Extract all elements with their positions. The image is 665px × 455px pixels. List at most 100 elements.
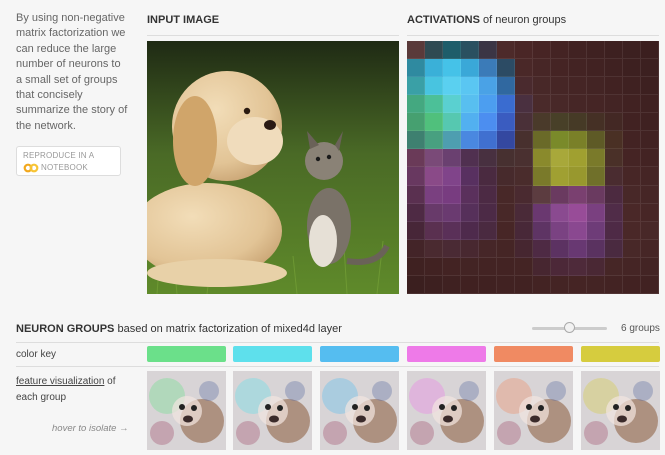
- activation-cell[interactable]: [605, 221, 623, 240]
- activation-cell[interactable]: [479, 221, 497, 240]
- activation-cell[interactable]: [425, 113, 443, 132]
- activation-cell[interactable]: [569, 257, 587, 276]
- activation-cell[interactable]: [641, 59, 659, 78]
- activation-cell[interactable]: [569, 77, 587, 96]
- activation-cell[interactable]: [497, 77, 515, 96]
- activation-cell[interactable]: [407, 131, 425, 150]
- activation-cell[interactable]: [587, 59, 605, 78]
- activation-cell[interactable]: [533, 131, 551, 150]
- activation-cell[interactable]: [515, 95, 533, 114]
- activation-cell[interactable]: [461, 41, 479, 60]
- activation-cell[interactable]: [587, 185, 605, 204]
- activation-cell[interactable]: [461, 131, 479, 150]
- activation-cell[interactable]: [443, 203, 461, 222]
- group-color-swatch[interactable]: [233, 346, 312, 362]
- activation-cell[interactable]: [641, 185, 659, 204]
- activation-cell[interactable]: [407, 275, 425, 294]
- activation-cell[interactable]: [425, 167, 443, 186]
- activation-cell[interactable]: [461, 221, 479, 240]
- activation-cell[interactable]: [425, 41, 443, 60]
- activation-cell[interactable]: [587, 167, 605, 186]
- activation-cell[interactable]: [407, 167, 425, 186]
- activation-cell[interactable]: [641, 41, 659, 60]
- activation-cell[interactable]: [569, 275, 587, 294]
- activation-cell[interactable]: [623, 95, 641, 114]
- activation-cell[interactable]: [443, 59, 461, 78]
- activation-cell[interactable]: [497, 41, 515, 60]
- activation-cell[interactable]: [461, 113, 479, 132]
- activation-cell[interactable]: [443, 257, 461, 276]
- activation-cell[interactable]: [407, 203, 425, 222]
- activation-cell[interactable]: [605, 77, 623, 96]
- activation-cell[interactable]: [425, 149, 443, 168]
- activation-cell[interactable]: [533, 149, 551, 168]
- activation-cell[interactable]: [407, 41, 425, 60]
- activation-cell[interactable]: [443, 41, 461, 60]
- activation-cell[interactable]: [587, 95, 605, 114]
- activation-cell[interactable]: [515, 41, 533, 60]
- activation-cell[interactable]: [497, 221, 515, 240]
- reproduce-notebook-button[interactable]: REPRODUCE IN A NOTEBOOK: [16, 146, 121, 176]
- activation-cell[interactable]: [479, 113, 497, 132]
- activation-cell[interactable]: [533, 41, 551, 60]
- activation-cell[interactable]: [623, 41, 641, 60]
- activation-cell[interactable]: [479, 77, 497, 96]
- activation-cell[interactable]: [533, 257, 551, 276]
- activation-cell[interactable]: [533, 239, 551, 258]
- activation-cell[interactable]: [641, 239, 659, 258]
- activation-cell[interactable]: [515, 239, 533, 258]
- activation-cell[interactable]: [641, 95, 659, 114]
- activation-cell[interactable]: [587, 275, 605, 294]
- activation-cell[interactable]: [605, 257, 623, 276]
- activation-cell[interactable]: [425, 77, 443, 96]
- activation-cell[interactable]: [641, 131, 659, 150]
- activation-cell[interactable]: [461, 275, 479, 294]
- group-color-swatch[interactable]: [147, 346, 226, 362]
- activation-cell[interactable]: [515, 203, 533, 222]
- activation-cell[interactable]: [551, 257, 569, 276]
- activation-cell[interactable]: [587, 203, 605, 222]
- activation-cell[interactable]: [497, 131, 515, 150]
- activation-cell[interactable]: [551, 59, 569, 78]
- activation-cell[interactable]: [497, 113, 515, 132]
- activation-cell[interactable]: [515, 221, 533, 240]
- group-count-slider-thumb[interactable]: [564, 322, 575, 333]
- activation-cell[interactable]: [425, 203, 443, 222]
- activation-cell[interactable]: [587, 77, 605, 96]
- activation-cell[interactable]: [407, 239, 425, 258]
- activation-cell[interactable]: [533, 59, 551, 78]
- activation-cell[interactable]: [461, 167, 479, 186]
- activation-cell[interactable]: [407, 149, 425, 168]
- activation-cell[interactable]: [425, 239, 443, 258]
- activation-cell[interactable]: [623, 77, 641, 96]
- activation-cell[interactable]: [551, 239, 569, 258]
- activation-cell[interactable]: [497, 59, 515, 78]
- activation-cell[interactable]: [569, 131, 587, 150]
- activation-cell[interactable]: [479, 41, 497, 60]
- activation-cell[interactable]: [551, 113, 569, 132]
- activation-cell[interactable]: [587, 131, 605, 150]
- activation-cell[interactable]: [569, 41, 587, 60]
- activation-cell[interactable]: [425, 275, 443, 294]
- activation-cell[interactable]: [461, 95, 479, 114]
- activation-cell[interactable]: [533, 203, 551, 222]
- group-feature-visualization[interactable]: [320, 371, 399, 450]
- feature-visualization-link[interactable]: feature visualization: [16, 376, 104, 387]
- activation-cell[interactable]: [569, 59, 587, 78]
- group-feature-visualization[interactable]: [147, 371, 226, 450]
- activation-cell[interactable]: [533, 95, 551, 114]
- activation-cell[interactable]: [425, 185, 443, 204]
- activation-cell[interactable]: [407, 95, 425, 114]
- activation-cell[interactable]: [461, 257, 479, 276]
- activation-cell[interactable]: [515, 167, 533, 186]
- activation-cell[interactable]: [497, 203, 515, 222]
- activation-cell[interactable]: [443, 167, 461, 186]
- activation-cell[interactable]: [605, 149, 623, 168]
- activation-cell[interactable]: [479, 95, 497, 114]
- activation-cell[interactable]: [443, 239, 461, 258]
- activation-cell[interactable]: [623, 149, 641, 168]
- group-color-swatch[interactable]: [320, 346, 399, 362]
- activation-cell[interactable]: [587, 221, 605, 240]
- activation-cell[interactable]: [461, 185, 479, 204]
- activation-cell[interactable]: [425, 221, 443, 240]
